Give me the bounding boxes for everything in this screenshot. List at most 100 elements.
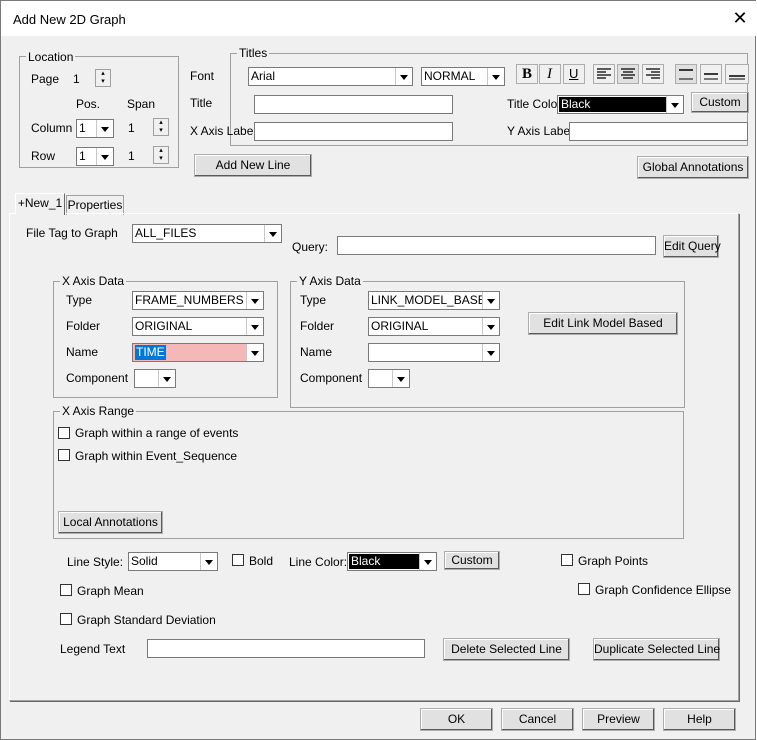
- x-name-label: Name: [66, 345, 99, 359]
- row-span-spinner[interactable]: ▴ ▾: [153, 146, 169, 164]
- spin-down-icon[interactable]: ▾: [96, 78, 110, 86]
- valign-middle-icon: [704, 73, 718, 80]
- bold-line-checkbox[interactable]: [232, 554, 244, 566]
- range-events-checkbox[interactable]: [58, 427, 70, 439]
- chevron-down-icon[interactable]: [96, 120, 113, 137]
- delete-selected-line-button[interactable]: Delete Selected Line: [443, 638, 570, 661]
- align-right-button[interactable]: [642, 64, 664, 84]
- ok-button[interactable]: OK: [420, 708, 493, 731]
- chevron-down-icon[interactable]: [666, 96, 683, 113]
- chevron-down-icon[interactable]: [482, 344, 499, 361]
- global-annotations-button[interactable]: Global Annotations: [637, 156, 749, 179]
- row-pos-select[interactable]: 1: [76, 147, 114, 166]
- chevron-down-icon[interactable]: [487, 68, 504, 85]
- column-span-spinner[interactable]: ▴ ▾: [153, 118, 169, 136]
- query-input[interactable]: [337, 236, 656, 255]
- italic-toggle[interactable]: I: [539, 64, 561, 84]
- chevron-down-icon[interactable]: [158, 370, 175, 387]
- x-type-select[interactable]: FRAME_NUMBERS: [132, 291, 264, 310]
- line-style-select[interactable]: Solid: [128, 552, 218, 571]
- line-color-label: Line Color:: [289, 555, 348, 569]
- font-label: Font: [190, 69, 215, 83]
- font-select[interactable]: Arial: [248, 67, 413, 86]
- x-type-value: FRAME_NUMBERS: [135, 293, 244, 307]
- chevron-down-icon[interactable]: [246, 292, 263, 309]
- y-axis-label-input[interactable]: [569, 122, 748, 141]
- x-axis-label-label: X Axis Label: [190, 124, 257, 138]
- bold-toggle[interactable]: B: [516, 64, 538, 84]
- chevron-down-icon[interactable]: [246, 318, 263, 335]
- graph-std-checkbox[interactable]: [60, 613, 72, 625]
- spin-up-icon[interactable]: ▴: [154, 119, 168, 127]
- file-tag-select[interactable]: ALL_FILES: [132, 224, 282, 243]
- font-value: Arial: [251, 69, 276, 83]
- tab-new-1[interactable]: +New_1: [15, 193, 65, 215]
- x-component-select[interactable]: [134, 369, 176, 388]
- chevron-down-icon[interactable]: [395, 68, 412, 85]
- chevron-down-icon[interactable]: [392, 370, 409, 387]
- chevron-down-icon[interactable]: [419, 553, 436, 570]
- page-spinner[interactable]: ▴ ▾: [95, 69, 111, 87]
- span-header: Span: [127, 97, 156, 111]
- align-center-button[interactable]: [617, 64, 639, 84]
- align-center-icon: [621, 68, 635, 79]
- line-custom-color-button[interactable]: Custom: [444, 551, 500, 570]
- line-color-select[interactable]: Black: [347, 552, 437, 571]
- font-style-value: NORMAL: [424, 69, 476, 83]
- y-type-value: LINK_MODEL_BASED: [371, 293, 495, 307]
- title-color-select[interactable]: Black: [557, 95, 684, 114]
- row-pos-value: 1: [79, 149, 86, 163]
- y-folder-select[interactable]: ORIGINAL: [368, 317, 500, 336]
- tab-properties[interactable]: Properties: [66, 195, 124, 215]
- dialog-title: Add New 2D Graph: [13, 12, 126, 27]
- close-icon[interactable]: ✕: [729, 7, 751, 29]
- column-pos-select[interactable]: 1: [76, 119, 114, 138]
- local-annotations-button[interactable]: Local Annotations: [58, 511, 163, 534]
- bold-icon: B: [522, 66, 533, 82]
- x-name-value: TIME: [135, 345, 166, 360]
- chevron-down-icon[interactable]: [246, 344, 263, 361]
- chevron-down-icon[interactable]: [482, 292, 499, 309]
- spin-down-icon[interactable]: ▾: [154, 155, 168, 163]
- y-folder-value: ORIGINAL: [371, 319, 429, 333]
- x-folder-select[interactable]: ORIGINAL: [132, 317, 264, 336]
- x-folder-label: Folder: [66, 319, 101, 333]
- valign-bottom-button[interactable]: [725, 64, 749, 84]
- duplicate-selected-line-button[interactable]: Duplicate Selected Line: [593, 638, 720, 661]
- y-name-select[interactable]: [368, 343, 500, 362]
- preview-button[interactable]: Preview: [582, 708, 655, 731]
- title-input[interactable]: [254, 95, 453, 114]
- cancel-button[interactable]: Cancel: [501, 708, 574, 731]
- graph-confidence-checkbox[interactable]: [578, 583, 590, 595]
- align-left-button[interactable]: [593, 64, 615, 84]
- spin-up-icon[interactable]: ▴: [154, 147, 168, 155]
- graph-std-label: Graph Standard Deviation: [77, 613, 216, 627]
- x-name-select[interactable]: TIME: [132, 343, 264, 362]
- column-label: Column: [31, 121, 73, 135]
- graph-points-checkbox[interactable]: [561, 554, 573, 566]
- legend-text-input[interactable]: [147, 639, 425, 658]
- valign-top-button[interactable]: [675, 64, 697, 84]
- spin-down-icon[interactable]: ▾: [154, 127, 168, 135]
- title-color-value: Black: [559, 97, 667, 112]
- font-style-select[interactable]: NORMAL: [421, 67, 505, 86]
- edit-link-model-based-button[interactable]: Edit Link Model Based: [528, 312, 678, 335]
- spin-up-icon[interactable]: ▴: [96, 70, 110, 78]
- graph-mean-checkbox[interactable]: [60, 584, 72, 596]
- y-type-select[interactable]: LINK_MODEL_BASED: [368, 291, 500, 310]
- chevron-down-icon[interactable]: [482, 318, 499, 335]
- underline-toggle[interactable]: U: [563, 64, 585, 84]
- event-sequence-checkbox[interactable]: [58, 449, 70, 461]
- chevron-down-icon[interactable]: [264, 225, 281, 242]
- valign-middle-button[interactable]: [700, 64, 722, 84]
- chevron-down-icon[interactable]: [200, 553, 217, 570]
- y-component-select[interactable]: [368, 369, 410, 388]
- row-label: Row: [31, 149, 56, 163]
- title-custom-color-button[interactable]: Custom: [691, 92, 749, 113]
- add-new-line-button[interactable]: Add New Line: [194, 154, 312, 177]
- help-button[interactable]: Help: [663, 708, 736, 731]
- chevron-down-icon[interactable]: [96, 148, 113, 165]
- edit-query-button[interactable]: Edit Query: [663, 235, 721, 258]
- line-color-value: Black: [349, 554, 420, 569]
- x-axis-label-input[interactable]: [254, 122, 453, 141]
